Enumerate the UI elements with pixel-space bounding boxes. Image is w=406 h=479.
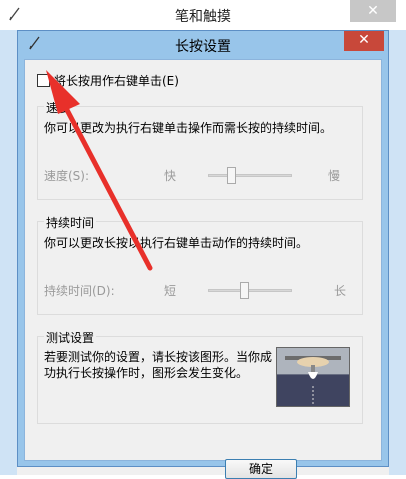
enable-long-press-checkbox[interactable] — [37, 74, 50, 87]
enable-long-press-option[interactable]: 将长按用作右键单击(E) — [37, 72, 179, 88]
speed-description: 你可以更改为执行右键单击操作而需长按的持续时间。 — [44, 121, 333, 135]
outer-frame-right — [389, 30, 406, 475]
dialog-close-button[interactable]: ✕ — [344, 31, 384, 51]
speed-slider-track[interactable] — [208, 174, 292, 177]
speed-group: 速度 你可以更改为执行右键单击操作而需长按的持续时间。 速度(S): 快 慢 — [37, 99, 363, 200]
outer-window-title: 笔和触摸 — [175, 9, 231, 25]
speed-slider-thumb[interactable] — [226, 167, 236, 184]
test-description-line-2: 功执行长按操作时，图形会发生变化。 — [44, 366, 249, 380]
outer-title-bar: 笔和触摸 ✕ — [0, 0, 406, 31]
duration-slider-row: 持续时间(D): 短 长 — [44, 280, 354, 302]
duration-description: 你可以更改长按以执行右键单击动作的持续时间。 — [44, 236, 309, 250]
long-press-settings-dialog: 长按设置 ✕ 将长按用作右键单击(E) 速度 你可以更改为执行右键单击操作而需长… — [17, 30, 389, 479]
duration-group-title: 持续时间 — [44, 214, 97, 231]
duration-slider-track[interactable] — [208, 289, 292, 292]
ok-button[interactable]: 确定 — [225, 459, 297, 479]
dialog-title-bar: 长按设置 ✕ — [18, 31, 388, 57]
outer-frame-left — [0, 30, 17, 475]
speed-slider-row: 速度(S): 快 慢 — [44, 165, 354, 187]
test-description: 若要测试你的设置，请长按该图形。当你成 功执行长按操作时，图形会发生变化。 — [44, 349, 284, 381]
test-description-line-1: 若要测试你的设置，请长按该图形。当你成 — [44, 350, 273, 364]
outer-close-button[interactable]: ✕ — [350, 0, 396, 22]
duration-short-label: 短 — [164, 284, 177, 298]
dialog-client-area: 将长按用作右键单击(E) 速度 你可以更改为执行右键单击操作而需长按的持续时间。… — [24, 59, 382, 479]
speed-slider-label: 速度(S): — [44, 169, 90, 183]
duration-long-label: 长 — [334, 284, 347, 298]
enable-long-press-label[interactable]: 将长按用作右键单击(E) — [54, 74, 179, 88]
dialog-title: 长按设置 — [175, 39, 231, 55]
duration-slider-thumb[interactable] — [239, 282, 249, 299]
pen-and-touch-window: 笔和触摸 ✕ 长按设置 ✕ 将长按用作右键单击(E) 速度 你可以更改为执行右键… — [0, 0, 406, 479]
test-group-title: 测试设置 — [44, 329, 97, 346]
speed-fast-label: 快 — [164, 169, 177, 183]
speed-group-title: 速度 — [44, 99, 73, 116]
test-settings-group: 测试设置 若要测试你的设置，请长按该图形。当你成 功执行长按操作时，图形会发生变… — [37, 329, 363, 424]
speed-slow-label: 慢 — [328, 169, 341, 183]
ceiling-light-icon — [285, 356, 341, 404]
test-graphic[interactable] — [276, 347, 350, 407]
duration-group: 持续时间 你可以更改长按以执行右键单击动作的持续时间。 持续时间(D): 短 长 — [37, 214, 363, 315]
duration-slider-label: 持续时间(D): — [44, 284, 115, 298]
